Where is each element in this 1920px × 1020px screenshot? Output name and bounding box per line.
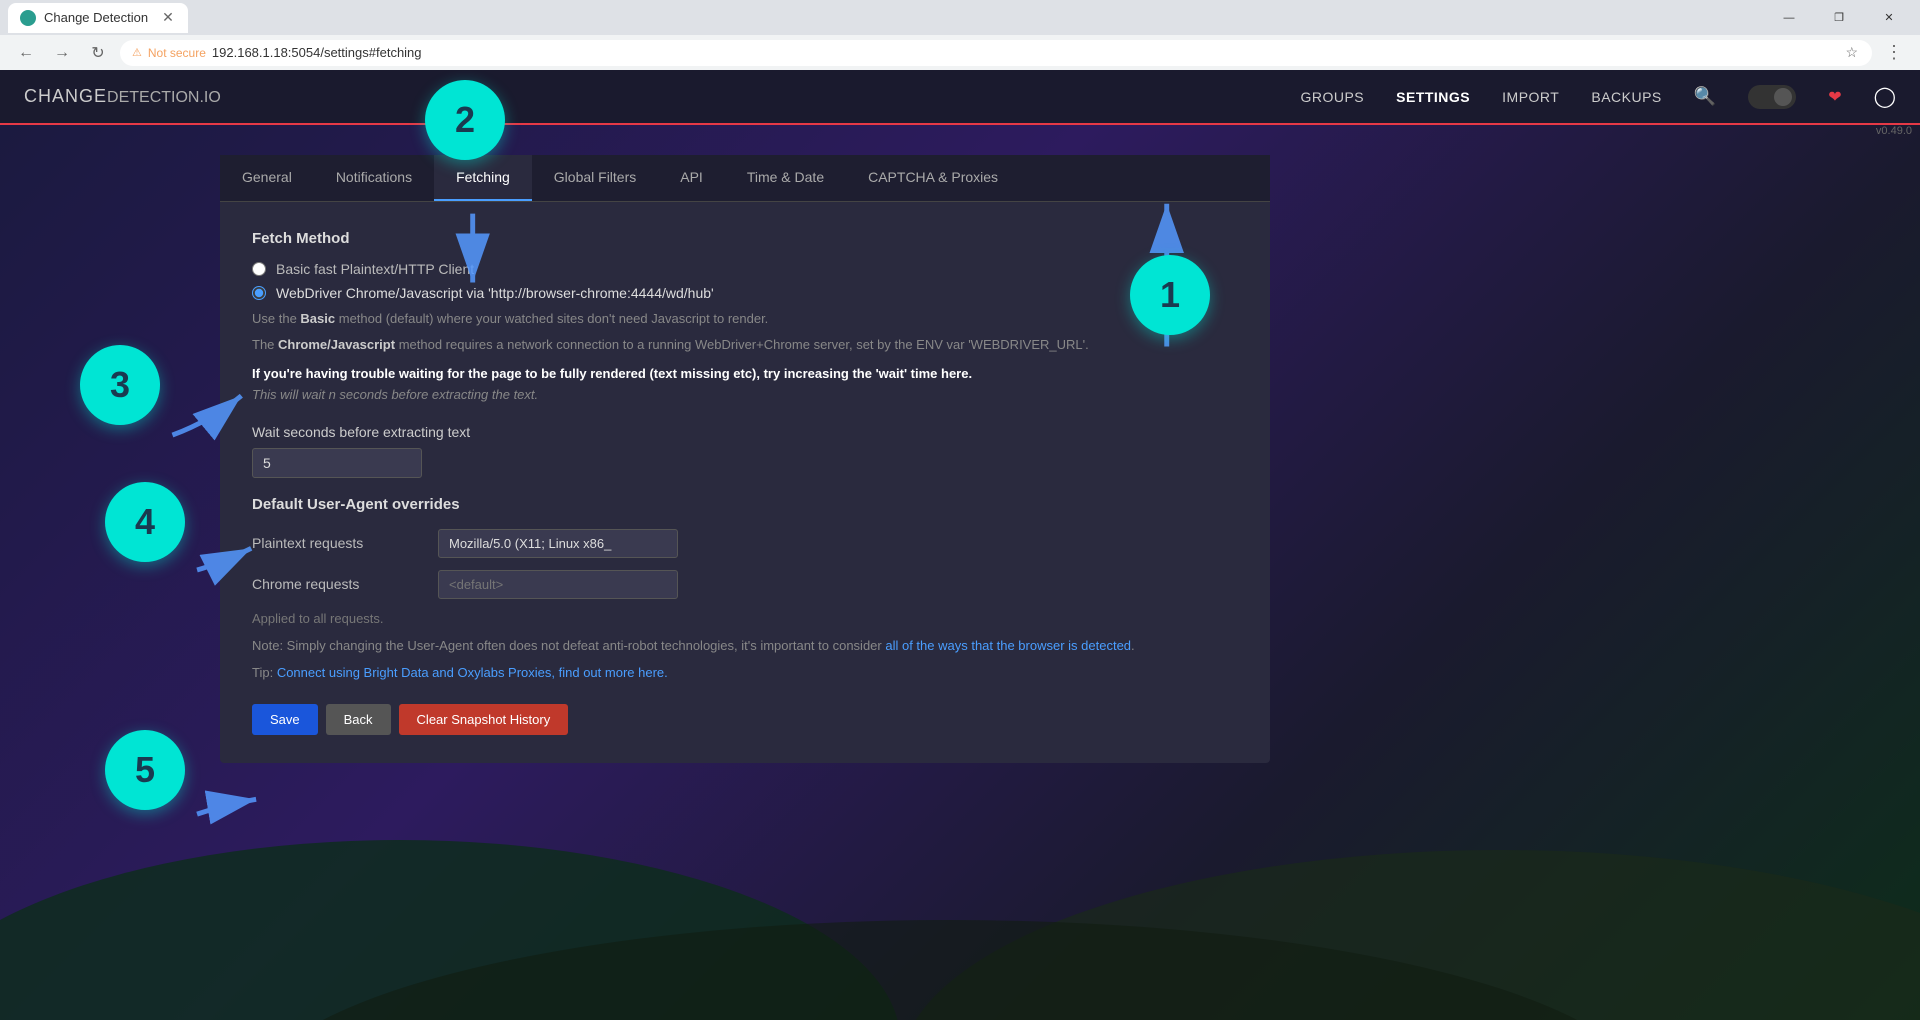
browser-tab[interactable]: Change Detection ✕: [8, 3, 188, 33]
tip-rendering-text: If you're having trouble waiting for the…: [252, 364, 1238, 406]
tutorial-circle-2: 2: [425, 80, 505, 160]
reload-button[interactable]: ↻: [84, 39, 112, 67]
tab-close-button[interactable]: ✕: [160, 10, 176, 26]
version-label: v0.49.0: [1876, 125, 1912, 137]
tab-general[interactable]: General: [220, 155, 314, 201]
heart-icon[interactable]: ❤: [1828, 87, 1841, 107]
user-agent-section: Default User-Agent overrides Plaintext r…: [252, 496, 1238, 681]
tab-captcha-proxies[interactable]: CAPTCHA & Proxies: [846, 155, 1020, 201]
browser-addressbar: ← → ↻ ⚠ Not secure 192.168.1.18:5054/set…: [0, 35, 1920, 70]
bright-data-link[interactable]: Connect using Bright Data and Oxylabs Pr…: [277, 665, 668, 680]
settings-panel: General Notifications Fetching Global Fi…: [220, 155, 1270, 763]
anti-robot-link[interactable]: all of the ways that the browser is dete…: [885, 638, 1131, 653]
wait-seconds-input[interactable]: [252, 448, 422, 478]
radio-webdriver-text: WebDriver Chrome/Javascript via 'http://…: [276, 285, 714, 301]
wait-seconds-field: Wait seconds before extracting text: [252, 424, 1238, 478]
fetch-method-title: Fetch Method: [252, 230, 1238, 247]
radio-basic-text: Basic fast Plaintext/HTTP Client: [276, 261, 474, 277]
window-controls: — ❐ ✕: [1766, 0, 1912, 35]
tip-connect-text: Tip: Connect using Bright Data and Oxyla…: [252, 665, 1238, 680]
tab-title: Change Detection: [44, 10, 148, 25]
ua-plaintext-input[interactable]: [438, 529, 678, 558]
browser-menu-button[interactable]: ⋮: [1880, 39, 1908, 67]
forward-nav-button[interactable]: →: [48, 39, 76, 67]
ua-section-title: Default User-Agent overrides: [252, 496, 1238, 513]
tutorial-circle-4: 4: [105, 482, 185, 562]
navbar: CHANGEDETECTION.IO GROUPS SETTINGS IMPOR…: [0, 70, 1920, 125]
address-actions: ☆: [1843, 42, 1860, 63]
nav-backups[interactable]: BACKUPS: [1591, 89, 1661, 105]
tab-notifications[interactable]: Notifications: [314, 155, 434, 201]
button-row: Save Back Clear Snapshot History: [252, 704, 1238, 735]
radio-basic-input[interactable]: [252, 262, 266, 276]
ua-plaintext-row: Plaintext requests: [252, 529, 1238, 558]
browser-titlebar: Change Detection ✕ — ❐ ✕: [0, 0, 1920, 35]
security-label: Not secure: [148, 46, 206, 60]
note-text: Note: Simply changing the User-Agent oft…: [252, 636, 1238, 656]
search-icon[interactable]: 🔍: [1694, 86, 1716, 107]
radio-webdriver-label[interactable]: WebDriver Chrome/Javascript via 'http://…: [252, 285, 1238, 301]
app-container: CHANGEDETECTION.IO GROUPS SETTINGS IMPOR…: [0, 70, 1920, 1020]
tab-fetching[interactable]: Fetching: [434, 155, 532, 201]
brand-change: CHANGE: [24, 86, 107, 106]
applied-text: Applied to all requests.: [252, 611, 1238, 626]
ua-chrome-input[interactable]: [438, 570, 678, 599]
tutorial-circle-3: 3: [80, 345, 160, 425]
tutorial-circle-5: 5: [105, 730, 185, 810]
tab-api[interactable]: API: [658, 155, 725, 201]
tutorial-circle-1: 1: [1130, 255, 1210, 335]
radio-webdriver-input[interactable]: [252, 286, 266, 300]
tabs-header: General Notifications Fetching Global Fi…: [220, 155, 1270, 202]
minimize-button[interactable]: —: [1766, 0, 1812, 35]
close-button[interactable]: ✕: [1866, 0, 1912, 35]
navbar-links: GROUPS SETTINGS IMPORT BACKUPS 🔍 ❤ ◯: [1300, 84, 1896, 109]
ua-chrome-row: Chrome requests: [252, 570, 1238, 599]
nav-groups[interactable]: GROUPS: [1300, 89, 1364, 105]
brand-logo: CHANGEDETECTION.IO: [24, 86, 221, 107]
ua-plaintext-label: Plaintext requests: [252, 535, 422, 551]
radio-webdriver: WebDriver Chrome/Javascript via 'http://…: [252, 285, 1238, 301]
dark-mode-toggle[interactable]: [1748, 85, 1796, 109]
ua-chrome-label: Chrome requests: [252, 576, 422, 592]
wait-seconds-label: Wait seconds before extracting text: [252, 424, 1238, 440]
panel-content: Fetch Method Basic fast Plaintext/HTTP C…: [220, 202, 1270, 763]
radio-basic-label[interactable]: Basic fast Plaintext/HTTP Client: [252, 261, 1238, 277]
browser-chrome: Change Detection ✕ — ❐ ✕ ← → ↻ ⚠ Not sec…: [0, 0, 1920, 70]
tab-global-filters[interactable]: Global Filters: [532, 155, 658, 201]
brand-rest: DETECTION.IO: [107, 89, 221, 106]
info-chrome-text: The Chrome/Javascript method requires a …: [252, 335, 1238, 355]
fetch-method-section: Fetch Method Basic fast Plaintext/HTTP C…: [252, 230, 1238, 478]
back-nav-button[interactable]: ←: [12, 39, 40, 67]
tab-favicon-icon: [20, 10, 36, 26]
nav-import[interactable]: IMPORT: [1502, 89, 1559, 105]
radio-basic: Basic fast Plaintext/HTTP Client: [252, 261, 1238, 277]
bookmark-icon[interactable]: ☆: [1843, 42, 1860, 63]
address-bar[interactable]: ⚠ Not secure 192.168.1.18:5054/settings#…: [120, 40, 1872, 66]
security-icon: ⚠: [132, 46, 142, 59]
back-button[interactable]: Back: [326, 704, 391, 735]
content-area: General Notifications Fetching Global Fi…: [0, 125, 1920, 793]
info-basic-text: Use the Basic method (default) where you…: [252, 309, 1238, 329]
clear-snapshot-button[interactable]: Clear Snapshot History: [399, 704, 569, 735]
nav-settings[interactable]: SETTINGS: [1396, 89, 1470, 105]
save-button[interactable]: Save: [252, 704, 318, 735]
github-icon[interactable]: ◯: [1874, 84, 1896, 109]
toggle-knob: [1774, 88, 1792, 106]
url-text: 192.168.1.18:5054/settings#fetching: [212, 45, 422, 60]
tab-time-date[interactable]: Time & Date: [725, 155, 846, 201]
maximize-button[interactable]: ❐: [1816, 0, 1862, 35]
